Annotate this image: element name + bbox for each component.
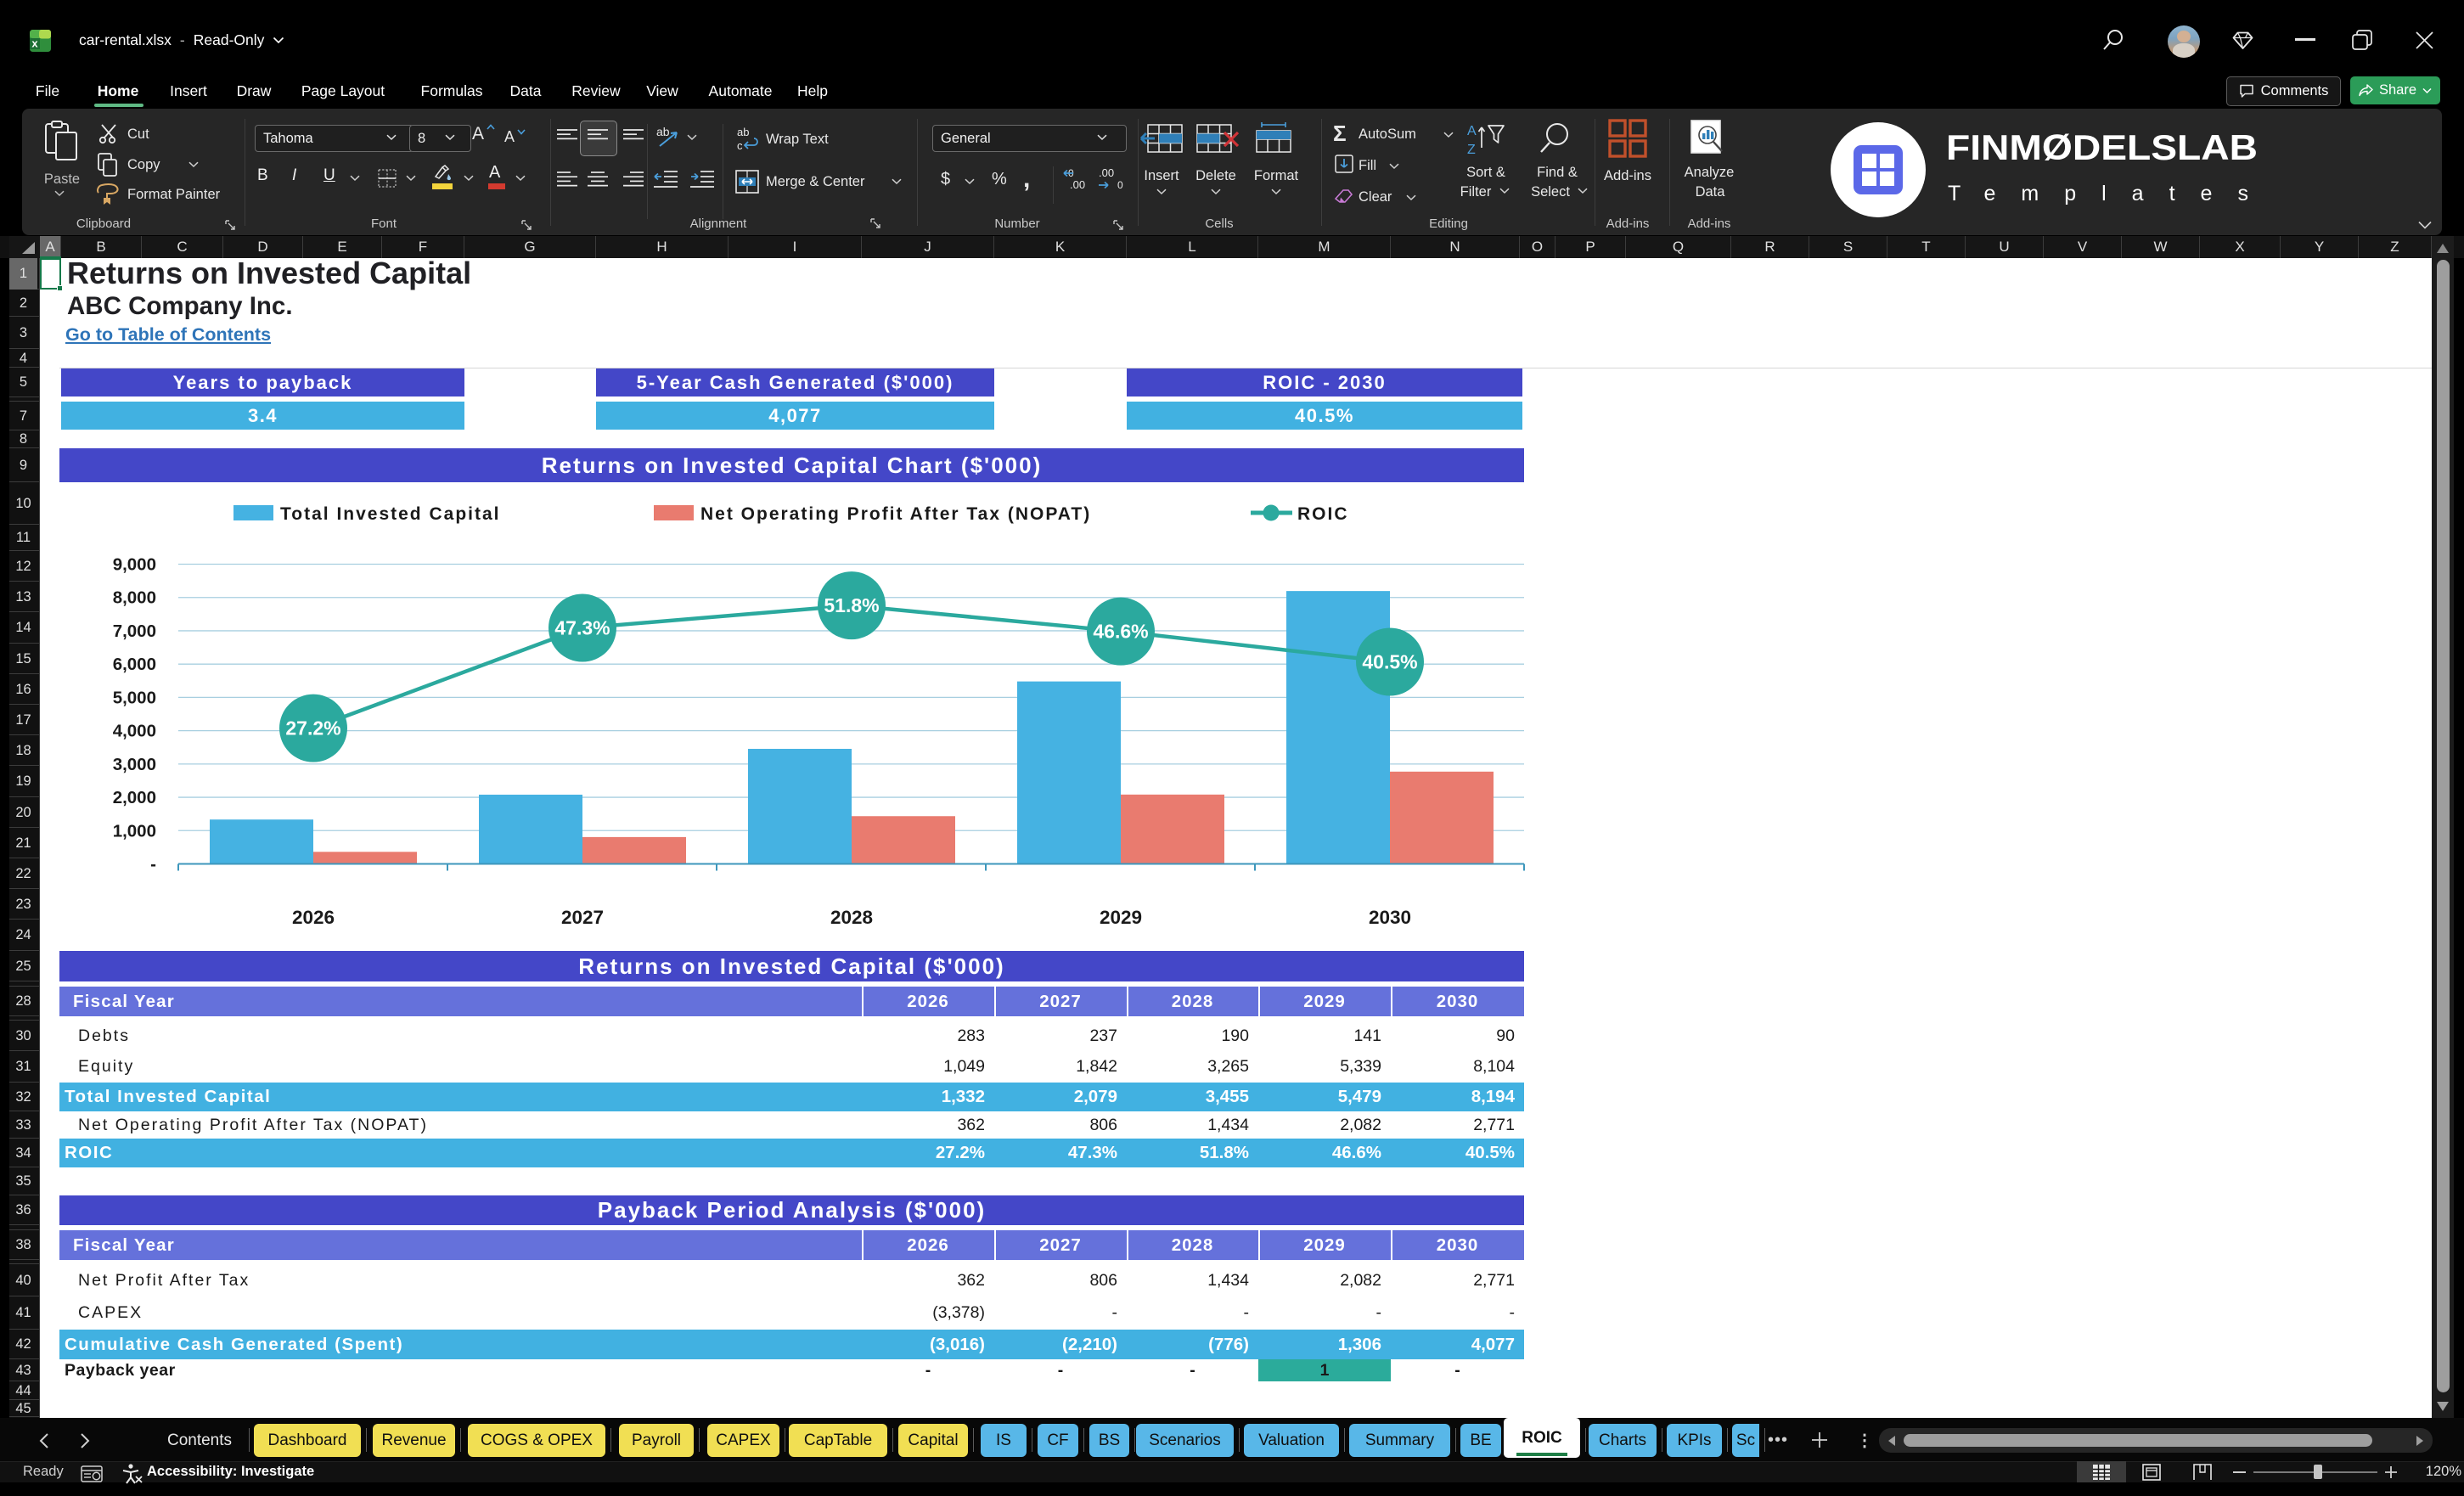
svg-text:27.2%: 27.2% — [285, 717, 340, 740]
svg-text:2,000: 2,000 — [113, 788, 156, 807]
svg-text:Total Invested Capital: Total Invested Capital — [280, 504, 501, 524]
svg-text:51.8%: 51.8% — [824, 594, 879, 616]
svg-text:46.6%: 46.6% — [1093, 621, 1148, 643]
svg-text:2030: 2030 — [1369, 907, 1411, 928]
svg-text:Z: Z — [1467, 143, 1476, 156]
svg-text:-: - — [150, 855, 156, 875]
svg-text:7,000: 7,000 — [113, 621, 156, 641]
svg-text:A: A — [1467, 124, 1477, 138]
svg-text:47.3%: 47.3% — [554, 617, 610, 639]
svg-text:5,000: 5,000 — [113, 688, 156, 707]
svg-text:ROIC: ROIC — [1297, 504, 1349, 524]
svg-text:ab: ab — [656, 125, 670, 138]
svg-text:2028: 2028 — [830, 907, 873, 928]
svg-text:x: x — [31, 37, 38, 50]
svg-text:2026: 2026 — [292, 907, 335, 928]
svg-text:.00: .00 — [1099, 168, 1114, 179]
svg-text:40.5%: 40.5% — [1362, 650, 1417, 672]
svg-text:1,000: 1,000 — [113, 821, 156, 841]
svg-text:0: 0 — [1117, 179, 1123, 190]
svg-text:6,000: 6,000 — [113, 655, 156, 674]
svg-text:.00: .00 — [1070, 178, 1085, 190]
svg-text:ab: ab — [737, 126, 749, 138]
svg-text:3,000: 3,000 — [113, 755, 156, 774]
svg-text:2029: 2029 — [1100, 907, 1142, 928]
svg-text:c: c — [737, 139, 743, 151]
svg-text:9,000: 9,000 — [113, 555, 156, 575]
svg-text:8,000: 8,000 — [113, 588, 156, 608]
svg-text:Net Operating Profit After Tax: Net Operating Profit After Tax (NOPAT) — [700, 504, 1091, 524]
svg-text:2027: 2027 — [561, 907, 604, 928]
svg-text:4,000: 4,000 — [113, 722, 156, 741]
